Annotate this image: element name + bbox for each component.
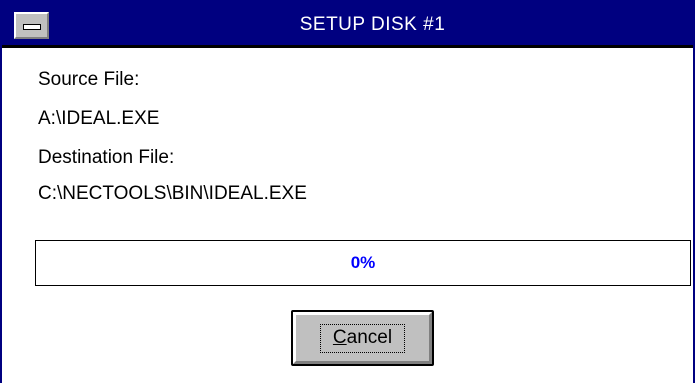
source-file-path: A:\IDEAL.EXE xyxy=(38,108,160,129)
destination-file-path: C:\NECTOOLS\BIN\IDEAL.EXE xyxy=(38,183,307,204)
setup-dialog: SETUP DISK #1 Source File: A:\IDEAL.EXE … xyxy=(0,0,695,383)
minus-bar-icon xyxy=(23,24,41,30)
progress-percent: 0% xyxy=(350,253,376,272)
cancel-mnemonic: C xyxy=(332,327,347,348)
system-menu-button[interactable] xyxy=(14,12,49,39)
title-bar[interactable]: SETUP DISK #1 xyxy=(2,0,693,45)
title-divider xyxy=(2,45,693,48)
cancel-label-rest: ancel xyxy=(346,327,393,348)
source-file-heading: Source File: xyxy=(38,69,140,90)
cancel-button[interactable]: Cancel xyxy=(291,310,434,366)
destination-file-heading: Destination File: xyxy=(38,147,175,168)
cancel-button-label: Cancel xyxy=(293,327,432,349)
window-title: SETUP DISK #1 xyxy=(299,14,446,35)
progress-bar: 0% xyxy=(35,240,691,286)
